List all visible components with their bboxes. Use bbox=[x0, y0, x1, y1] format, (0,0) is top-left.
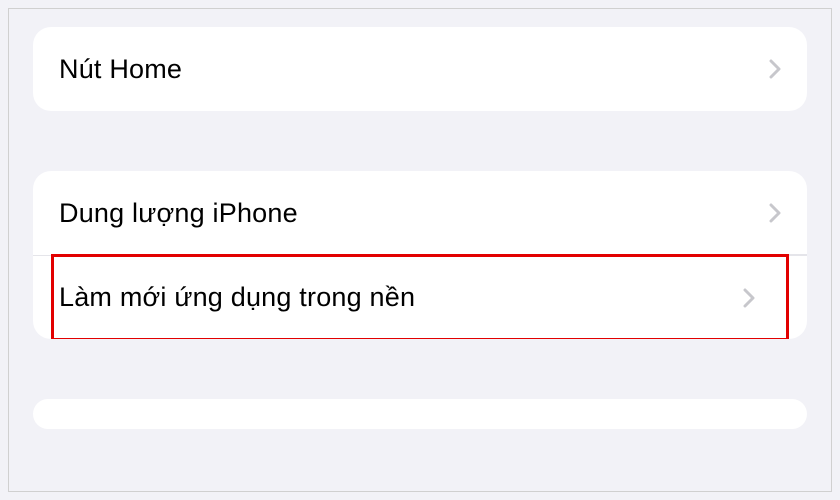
chevron-right-icon bbox=[769, 59, 781, 79]
chevron-right-icon bbox=[769, 203, 781, 223]
settings-frame: Nút Home Dung lượng iPhone Làm mới ứng d… bbox=[8, 8, 832, 492]
settings-group-3-partial bbox=[33, 399, 807, 429]
chevron-right-icon bbox=[743, 288, 755, 308]
settings-row-home-button[interactable]: Nút Home bbox=[33, 27, 807, 111]
settings-group-2: Dung lượng iPhone Làm mới ứng dụng trong… bbox=[33, 171, 807, 339]
settings-row-label: Nút Home bbox=[59, 54, 182, 85]
settings-row-label: Dung lượng iPhone bbox=[59, 198, 298, 229]
settings-row-background-app-refresh[interactable]: Làm mới ứng dụng trong nền bbox=[33, 255, 807, 339]
settings-group-1: Nút Home bbox=[33, 27, 807, 111]
settings-row-iphone-storage[interactable]: Dung lượng iPhone bbox=[33, 171, 807, 255]
settings-row-label: Làm mới ứng dụng trong nền bbox=[59, 282, 441, 313]
